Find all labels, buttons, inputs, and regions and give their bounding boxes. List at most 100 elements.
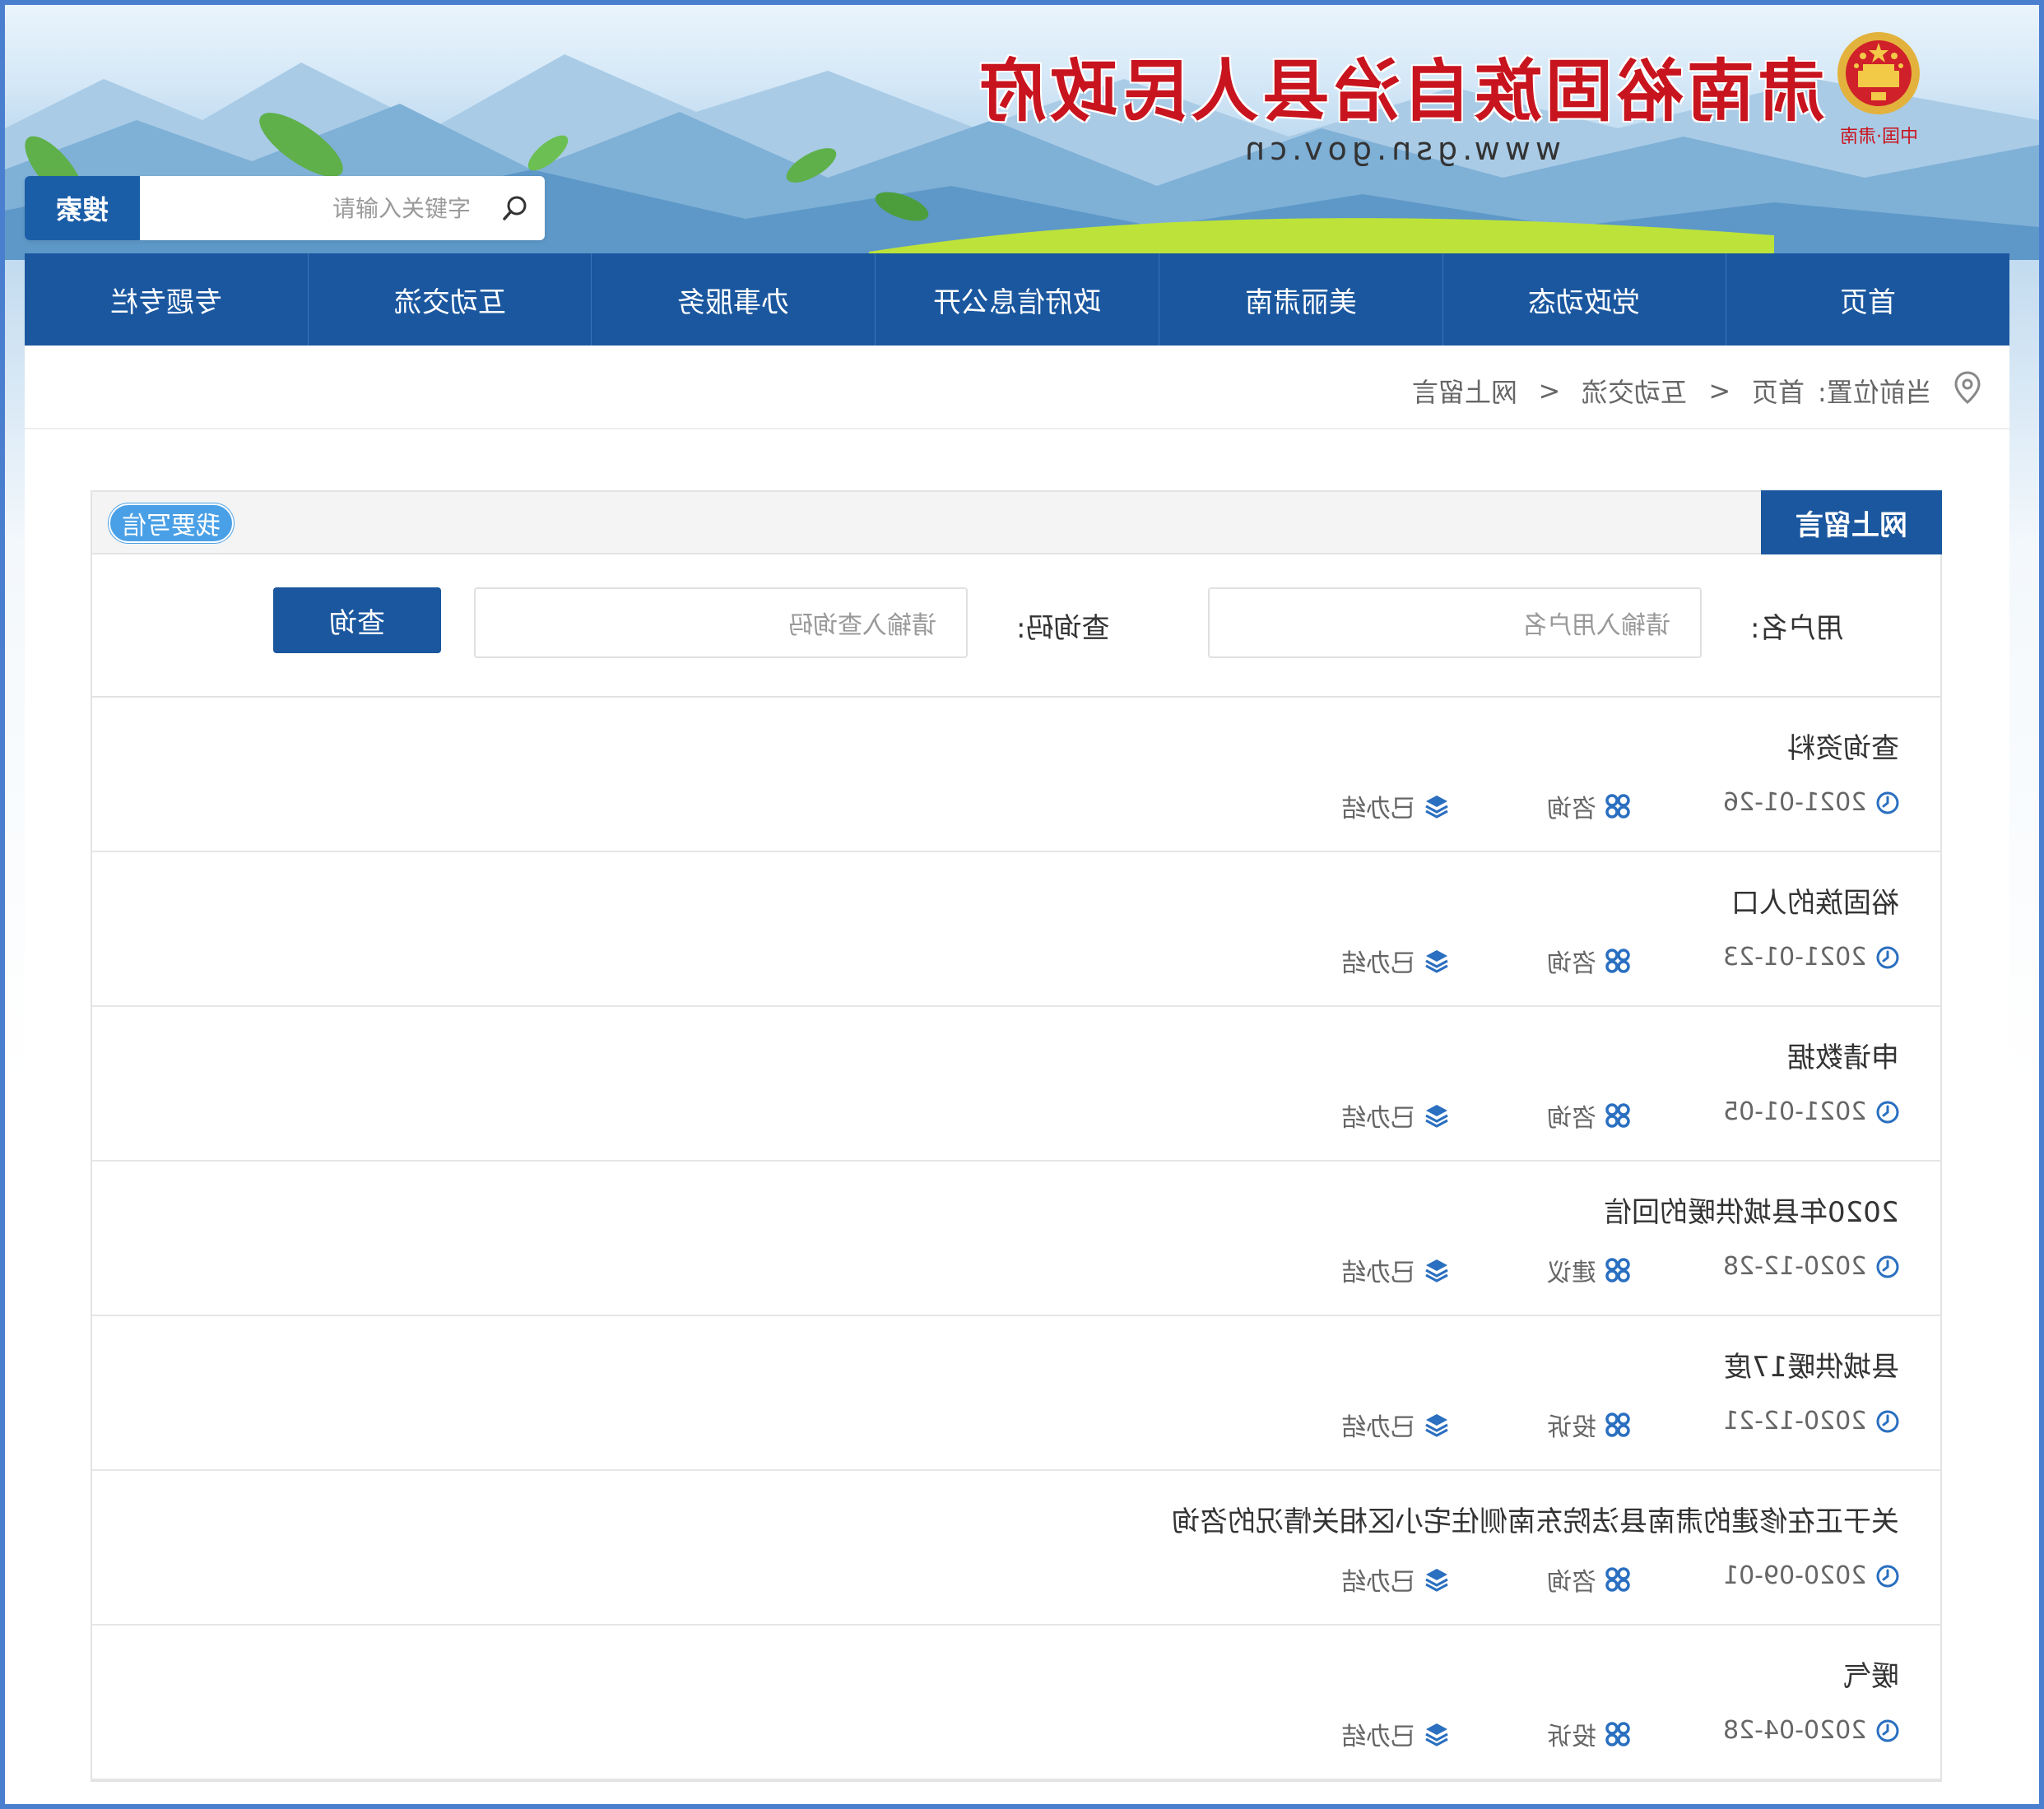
message-type: 投诉 xyxy=(1547,1716,1631,1752)
clock-icon xyxy=(1874,1099,1901,1125)
username-label: 用户名: xyxy=(1749,612,1843,645)
username-input[interactable]: 请输入用户名 xyxy=(1208,587,1702,658)
tab-label: 网上留言 xyxy=(1795,508,1907,542)
search-button[interactable]: 搜索 xyxy=(25,176,140,240)
message-status: 已办结 xyxy=(1341,1407,1450,1443)
nav-item-gov-info[interactable]: 政府信息公开 xyxy=(875,253,1159,346)
nav-label: 专题专栏 xyxy=(109,285,222,319)
date-text: 2021-01-23 xyxy=(1722,943,1866,972)
clock-icon xyxy=(1874,1563,1901,1589)
message-title[interactable]: 县城供暖17度 xyxy=(1724,1344,1899,1385)
query-button-label: 查询 xyxy=(329,606,385,640)
query-code-placeholder: 请输入查询码 xyxy=(788,611,936,640)
category-icon xyxy=(1605,1412,1631,1438)
tab-online-messages[interactable]: 网上留言 xyxy=(1761,490,1942,554)
message-title[interactable]: 暖气 xyxy=(1843,1654,1899,1694)
clock-icon xyxy=(1874,1718,1901,1744)
nav-label: 互动交流 xyxy=(393,285,506,319)
date-text: 2021-01-05 xyxy=(1722,1097,1866,1126)
message-type: 咨询 xyxy=(1547,1097,1631,1134)
location-pin-icon xyxy=(1953,370,1981,411)
breadcrumb-separator: > xyxy=(1708,375,1731,406)
list-item[interactable]: 查询资料 2021-01-26 咨询 已办结 xyxy=(92,698,1940,852)
search-icon[interactable] xyxy=(487,176,545,240)
layers-icon xyxy=(1424,1566,1450,1593)
nav-item-services[interactable]: 办事服务 xyxy=(591,253,875,346)
search-button-label: 搜索 xyxy=(55,194,109,225)
message-title[interactable]: 2020年县城供暖的回信 xyxy=(1604,1190,1899,1230)
query-code-input[interactable]: 请输入查询码 xyxy=(474,587,968,658)
list-item[interactable]: 2020年县城供暖的回信 2020-12-28 建议 已办结 xyxy=(92,1162,1940,1316)
message-type: 建议 xyxy=(1547,1252,1631,1288)
list-item[interactable]: 县城供暖17度 2020-12-21 投诉 已办结 xyxy=(92,1316,1940,1471)
message-date: 2021-01-23 xyxy=(1723,943,1901,972)
header-banner: 搜索 肃南裕固族自治县人民政府 www.gsn.gov.cn xyxy=(5,5,2039,260)
type-text: 咨询 xyxy=(1547,1104,1596,1133)
board-header: 网上留言 我要写信 xyxy=(92,490,1942,554)
nav-label: 政府信息公开 xyxy=(932,285,1101,319)
message-type: 咨询 xyxy=(1547,788,1631,824)
status-text: 已办结 xyxy=(1341,1104,1415,1133)
message-status: 已办结 xyxy=(1341,1716,1450,1752)
message-status: 已办结 xyxy=(1341,1097,1450,1134)
message-title[interactable]: 申请数据 xyxy=(1787,1035,1899,1075)
site-branding: 肃南裕固族自治县人民政府 www.gsn.gov.cn xyxy=(976,36,1825,167)
list-item[interactable]: 申请数据 2021-01-05 咨询 已办结 xyxy=(92,1007,1940,1162)
write-letter-label: 我要写信 xyxy=(122,512,221,540)
nav-item-special-topics[interactable]: 专题专栏 xyxy=(25,253,308,346)
message-title[interactable]: 查询资料 xyxy=(1787,726,1899,766)
site-title: 肃南裕固族自治县人民政府 xyxy=(975,52,1825,131)
site-search: 搜索 xyxy=(25,176,545,240)
nav-label: 首页 xyxy=(1840,285,1897,319)
message-date: 2021-01-26 xyxy=(1723,788,1901,817)
emblem-icon xyxy=(1837,32,1920,114)
nav-item-party-news[interactable]: 党政动态 xyxy=(1442,253,1726,346)
layers-icon xyxy=(1424,793,1450,819)
layers-icon xyxy=(1424,1721,1450,1747)
list-item[interactable]: 暖气 2020-04-28 投诉 已办结 xyxy=(92,1626,1940,1780)
category-icon xyxy=(1605,1257,1631,1283)
status-text: 已办结 xyxy=(1341,1568,1415,1597)
nav-label: 办事服务 xyxy=(677,285,790,319)
message-type: 投诉 xyxy=(1547,1407,1631,1443)
type-text: 咨询 xyxy=(1547,795,1596,823)
message-status: 已办结 xyxy=(1341,943,1450,979)
search-input[interactable] xyxy=(140,176,487,240)
breadcrumb-current: 网上留言 xyxy=(1411,377,1517,408)
list-item[interactable]: 关于正在修建的肃南县法院东南侧住宅小区相关情况的咨询 2020-09-01 咨询… xyxy=(92,1471,1940,1626)
page-frame: 搜索 肃南裕固族自治县人民政府 www.gsn.gov.cn xyxy=(5,5,2039,1804)
site-url: www.gsn.gov.cn xyxy=(1240,131,1561,167)
message-list: 查询资料 2021-01-26 咨询 已办结 裕固族的人口 2021-01-23… xyxy=(92,698,1940,1780)
query-code-label: 查询码: xyxy=(1015,612,1109,645)
type-text: 投诉 xyxy=(1547,1413,1596,1442)
content-panel: 当前位置: 首页 > 互动交流 > 网上留言 网上留言 我要写信 用户名: 请输… xyxy=(25,346,2009,1804)
nav-item-beautiful-sunan[interactable]: 美丽肃南 xyxy=(1158,253,1442,346)
nav-label: 美丽肃南 xyxy=(1244,285,1357,319)
query-form: 用户名: 请输入用户名 查询码: 请输入查询码 查询 xyxy=(92,554,1940,698)
status-text: 已办结 xyxy=(1341,1413,1415,1442)
breadcrumb-home[interactable]: 首页 xyxy=(1752,372,1805,410)
nav-item-interaction[interactable]: 互动交流 xyxy=(307,253,592,346)
type-text: 咨询 xyxy=(1547,1568,1596,1597)
emblem-caption: 中国·肃南 xyxy=(1839,127,1918,147)
message-date: 2020-04-28 xyxy=(1723,1716,1901,1745)
clock-icon xyxy=(1874,944,1901,971)
message-date: 2020-12-21 xyxy=(1723,1407,1901,1436)
message-title[interactable]: 关于正在修建的肃南县法院东南侧住宅小区相关情况的咨询 xyxy=(1172,1499,1899,1539)
status-text: 已办结 xyxy=(1341,795,1415,823)
clock-icon xyxy=(1874,1408,1901,1435)
breadcrumb-interaction[interactable]: 互动交流 xyxy=(1582,372,1687,410)
breadcrumb-label: 当前位置: xyxy=(1818,377,1932,408)
nav-item-home[interactable]: 首页 xyxy=(1726,253,2009,346)
category-icon xyxy=(1605,948,1631,974)
nav-label: 党政动态 xyxy=(1528,285,1641,319)
message-title[interactable]: 裕固族的人口 xyxy=(1731,880,1899,921)
category-icon xyxy=(1605,1566,1631,1593)
status-text: 已办结 xyxy=(1341,949,1415,978)
list-item[interactable]: 裕固族的人口 2021-01-23 咨询 已办结 xyxy=(92,852,1940,1007)
write-letter-button[interactable]: 我要写信 xyxy=(109,503,234,543)
query-button[interactable]: 查询 xyxy=(273,587,441,653)
date-text: 2020-12-28 xyxy=(1722,1252,1866,1281)
status-text: 已办结 xyxy=(1341,1259,1415,1287)
message-date: 2021-01-05 xyxy=(1723,1097,1901,1126)
